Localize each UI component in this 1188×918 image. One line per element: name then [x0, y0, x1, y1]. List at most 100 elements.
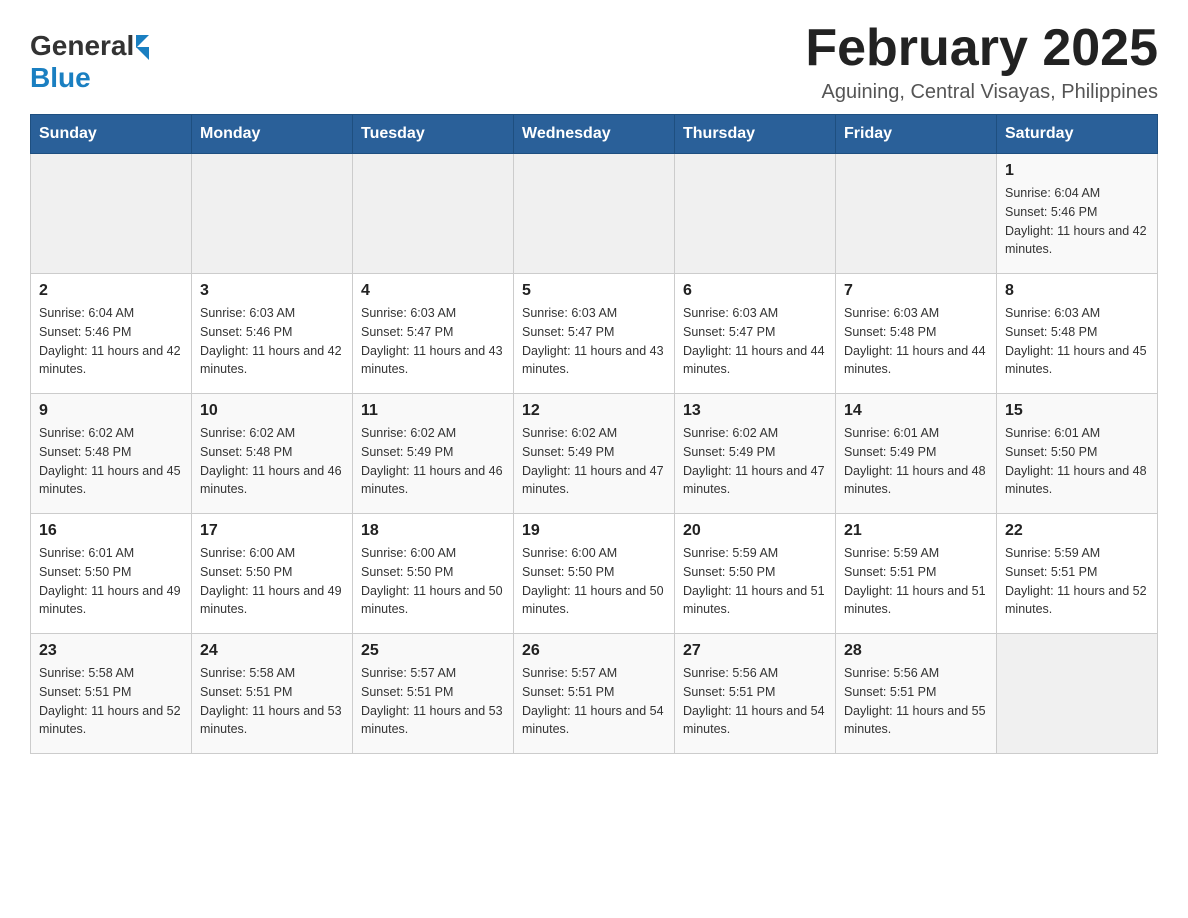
day-number: 7	[844, 282, 988, 300]
calendar-cell: 2 Sunrise: 6:04 AMSunset: 5:46 PMDaylight…	[31, 274, 192, 394]
calendar-cell: 4 Sunrise: 6:03 AMSunset: 5:47 PMDaylight…	[353, 274, 514, 394]
header-monday: Monday	[192, 115, 353, 154]
day-number: 11	[361, 402, 505, 420]
day-info: Sunrise: 6:00 AMSunset: 5:50 PMDaylight:…	[200, 544, 344, 619]
calendar-cell: 15 Sunrise: 6:01 AMSunset: 5:50 PMDayligh…	[997, 394, 1158, 514]
day-number: 12	[522, 402, 666, 420]
day-number: 13	[683, 402, 827, 420]
day-number: 15	[1005, 402, 1149, 420]
calendar-body: 1 Sunrise: 6:04 AMSunset: 5:46 PMDaylight…	[31, 154, 1158, 754]
day-info: Sunrise: 6:03 AMSunset: 5:46 PMDaylight:…	[200, 304, 344, 379]
calendar-cell: 7Sunrise: 6:03 AMSunset: 5:48 PMDaylight…	[836, 274, 997, 394]
day-number: 4	[361, 282, 505, 300]
header-thursday: Thursday	[675, 115, 836, 154]
logo-general-text: General	[30, 30, 134, 62]
day-info: Sunrise: 6:00 AMSunset: 5:50 PMDaylight:…	[522, 544, 666, 619]
day-number: 5	[522, 282, 666, 300]
calendar-cell: 26 Sunrise: 5:57 AMSunset: 5:51 PMDayligh…	[514, 634, 675, 754]
day-info: Sunrise: 5:59 AMSunset: 5:50 PMDaylight:…	[683, 544, 827, 619]
day-number: 26	[522, 642, 666, 660]
day-number: 6	[683, 282, 827, 300]
page-title: February 2025	[805, 20, 1158, 77]
calendar-cell	[675, 154, 836, 274]
calendar-cell	[31, 154, 192, 274]
header-wednesday: Wednesday	[514, 115, 675, 154]
day-info: Sunrise: 6:01 AMSunset: 5:49 PMDaylight:…	[844, 424, 988, 499]
day-number: 3	[200, 282, 344, 300]
day-info: Sunrise: 5:56 AMSunset: 5:51 PMDaylight:…	[683, 664, 827, 739]
calendar-cell	[192, 154, 353, 274]
header-row: Sunday Monday Tuesday Wednesday Thursday…	[31, 115, 1158, 154]
calendar-cell: 12 Sunrise: 6:02 AMSunset: 5:49 PMDayligh…	[514, 394, 675, 514]
calendar-cell: 10Sunrise: 6:02 AMSunset: 5:48 PMDayligh…	[192, 394, 353, 514]
calendar-week-3: 9Sunrise: 6:02 AMSunset: 5:48 PMDaylight…	[31, 394, 1158, 514]
calendar-cell: 14 Sunrise: 6:01 AMSunset: 5:49 PMDayligh…	[836, 394, 997, 514]
day-number: 8	[1005, 282, 1149, 300]
day-info: Sunrise: 6:02 AMSunset: 5:48 PMDaylight:…	[200, 424, 344, 499]
day-info: Sunrise: 6:03 AMSunset: 5:47 PMDaylight:…	[683, 304, 827, 379]
calendar-cell: 17 Sunrise: 6:00 AMSunset: 5:50 PMDayligh…	[192, 514, 353, 634]
day-info: Sunrise: 5:59 AMSunset: 5:51 PMDaylight:…	[1005, 544, 1149, 619]
day-info: Sunrise: 6:02 AMSunset: 5:49 PMDaylight:…	[522, 424, 666, 499]
calendar-cell: 9Sunrise: 6:02 AMSunset: 5:48 PMDaylight…	[31, 394, 192, 514]
day-number: 2	[39, 282, 183, 300]
calendar-week-4: 16Sunrise: 6:01 AMSunset: 5:50 PMDayligh…	[31, 514, 1158, 634]
calendar-cell	[997, 634, 1158, 754]
header-sunday: Sunday	[31, 115, 192, 154]
day-info: Sunrise: 6:02 AMSunset: 5:49 PMDaylight:…	[361, 424, 505, 499]
calendar-cell: 16Sunrise: 6:01 AMSunset: 5:50 PMDayligh…	[31, 514, 192, 634]
day-number: 20	[683, 522, 827, 540]
calendar-cell: 11 Sunrise: 6:02 AMSunset: 5:49 PMDayligh…	[353, 394, 514, 514]
day-info: Sunrise: 5:59 AMSunset: 5:51 PMDaylight:…	[844, 544, 988, 619]
calendar-cell: 8 Sunrise: 6:03 AMSunset: 5:48 PMDaylight…	[997, 274, 1158, 394]
calendar-table: Sunday Monday Tuesday Wednesday Thursday…	[30, 114, 1158, 754]
logo-blue-text: Blue	[30, 62, 91, 94]
calendar-cell: 23Sunrise: 5:58 AMSunset: 5:51 PMDayligh…	[31, 634, 192, 754]
day-info: Sunrise: 6:02 AMSunset: 5:49 PMDaylight:…	[683, 424, 827, 499]
day-info: Sunrise: 6:01 AMSunset: 5:50 PMDaylight:…	[39, 544, 183, 619]
day-info: Sunrise: 6:00 AMSunset: 5:50 PMDaylight:…	[361, 544, 505, 619]
day-info: Sunrise: 6:03 AMSunset: 5:47 PMDaylight:…	[361, 304, 505, 379]
page-header: General Blue February 2025 Aguining, Cen…	[30, 20, 1158, 104]
calendar-week-1: 1 Sunrise: 6:04 AMSunset: 5:46 PMDaylight…	[31, 154, 1158, 274]
day-info: Sunrise: 5:57 AMSunset: 5:51 PMDaylight:…	[522, 664, 666, 739]
calendar-cell: 27 Sunrise: 5:56 AMSunset: 5:51 PMDayligh…	[675, 634, 836, 754]
calendar-cell: 21 Sunrise: 5:59 AMSunset: 5:51 PMDayligh…	[836, 514, 997, 634]
day-info: Sunrise: 6:01 AMSunset: 5:50 PMDaylight:…	[1005, 424, 1149, 499]
calendar-cell: 28Sunrise: 5:56 AMSunset: 5:51 PMDayligh…	[836, 634, 997, 754]
day-info: Sunrise: 6:04 AMSunset: 5:46 PMDaylight:…	[39, 304, 183, 379]
day-number: 23	[39, 642, 183, 660]
calendar-cell: 6 Sunrise: 6:03 AMSunset: 5:47 PMDaylight…	[675, 274, 836, 394]
day-info: Sunrise: 6:04 AMSunset: 5:46 PMDaylight:…	[1005, 184, 1149, 259]
day-number: 17	[200, 522, 344, 540]
title-section: February 2025 Aguining, Central Visayas,…	[805, 20, 1158, 104]
calendar-cell	[353, 154, 514, 274]
calendar-cell	[514, 154, 675, 274]
page-subtitle: Aguining, Central Visayas, Philippines	[805, 81, 1158, 104]
header-saturday: Saturday	[997, 115, 1158, 154]
day-number: 18	[361, 522, 505, 540]
day-number: 24	[200, 642, 344, 660]
calendar-week-5: 23 Sunrise: 5:58 AMSunset: 5:51 PMDayligh…	[31, 634, 1158, 754]
day-info: Sunrise: 5:57 AMSunset: 5:51 PMDaylight:…	[361, 664, 505, 739]
day-number: 22	[1005, 522, 1149, 540]
calendar-cell: 25 Sunrise: 5:57 AMSunset: 5:51 PMDayligh…	[353, 634, 514, 754]
calendar-cell: 3 Sunrise: 6:03 AMSunset: 5:46 PMDaylight…	[192, 274, 353, 394]
day-number: 27	[683, 642, 827, 660]
day-number: 21	[844, 522, 988, 540]
calendar-cell: 24 Sunrise: 5:58 AMSunset: 5:51 PMDayligh…	[192, 634, 353, 754]
logo: General Blue	[30, 30, 149, 94]
day-info: Sunrise: 6:03 AMSunset: 5:48 PMDaylight:…	[1005, 304, 1149, 379]
calendar-cell	[836, 154, 997, 274]
day-info: Sunrise: 6:03 AMSunset: 5:47 PMDaylight:…	[522, 304, 666, 379]
day-number: 19	[522, 522, 666, 540]
day-number: 14	[844, 402, 988, 420]
day-number: 25	[361, 642, 505, 660]
calendar-cell: 19 Sunrise: 6:00 AMSunset: 5:50 PMDayligh…	[514, 514, 675, 634]
day-number: 28	[844, 642, 988, 660]
calendar-cell: 20 Sunrise: 5:59 AMSunset: 5:50 PMDayligh…	[675, 514, 836, 634]
day-number: 1	[1005, 162, 1149, 180]
day-info: Sunrise: 5:58 AMSunset: 5:51 PMDaylight:…	[200, 664, 344, 739]
calendar-week-2: 2 Sunrise: 6:04 AMSunset: 5:46 PMDaylight…	[31, 274, 1158, 394]
day-info: Sunrise: 6:02 AMSunset: 5:48 PMDaylight:…	[39, 424, 183, 499]
